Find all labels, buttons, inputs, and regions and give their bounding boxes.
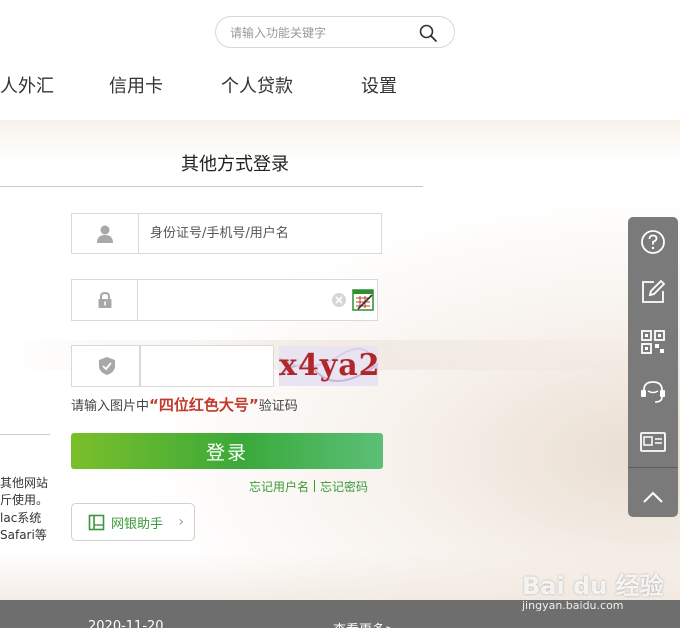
baidu-jingyan-watermark: Bai du 经验 jingyan.baidu.com [522,566,664,612]
captcha-image[interactable]: x4ya2w [279,346,378,386]
help-button[interactable] [628,217,678,267]
watermark-logo: Bai du 经验 [522,572,664,600]
qr-code-button[interactable] [628,317,678,367]
username-field[interactable] [71,213,382,254]
left-notice-line: 斤使用。 [0,493,49,507]
left-notice-line: lac系统 [0,511,42,525]
nav-item-settings[interactable]: 设置 [361,72,397,98]
forgot-username-link[interactable]: 忘记用户名 [249,480,309,494]
captcha-icon-cell [71,345,140,387]
captcha-input[interactable] [149,346,267,386]
right-toolbar [628,217,678,517]
toolbar-divider [628,467,678,468]
book-icon [88,514,105,530]
helper-label: 网银助手 [111,516,164,532]
online-banking-helper-button[interactable]: 网银助手 › [71,503,195,541]
feedback-button[interactable] [628,267,678,317]
back-to-top-icon [643,491,663,503]
card-button[interactable] [628,417,678,467]
link-separator [314,480,316,492]
user-icon [97,225,113,243]
lock-icon [98,291,111,308]
user-icon-cell [72,214,139,253]
forgot-password-link[interactable]: 忘记密码 [320,480,368,494]
qr-code-icon [641,330,665,354]
forgot-links: 忘记用户名 忘记密码 [249,478,368,495]
customer-service-button[interactable] [628,367,678,417]
left-notice-line: Safari等 [0,528,47,542]
search-icon[interactable] [418,23,438,43]
lock-icon-cell [72,280,138,320]
hint-prefix: 请输入图片中 [71,399,150,414]
search-input[interactable] [230,24,410,42]
hint-suffix: 验证码 [258,399,298,414]
card-icon [640,432,666,452]
shield-check-icon [98,357,115,375]
nav-item-forex[interactable]: 人外汇 [0,72,54,98]
captcha-characters: x4ya2w [279,348,378,383]
captcha-hint: 请输入图片中“四位红色大号”验证码 [71,394,298,415]
back-to-top-button[interactable] [628,472,678,517]
password-input[interactable] [146,280,326,320]
footer-date: 2020-11-20 [88,619,164,628]
username-input[interactable] [150,214,375,253]
left-notice-line: 其他网站 [0,476,49,490]
title-divider [0,186,423,187]
edit-icon [642,279,666,303]
help-icon [641,230,665,254]
login-button[interactable]: 登录 [71,433,383,469]
view-more-link[interactable]: 查看更多> [333,619,396,628]
clear-icon[interactable] [331,292,347,308]
nav-item-credit-card[interactable]: 信用卡 [109,72,163,98]
customer-service-icon [641,381,665,403]
search-box[interactable] [215,16,455,48]
left-divider [0,434,50,435]
captcha-field[interactable] [140,345,274,387]
hint-emphasis: “四位红色大号” [149,396,259,414]
password-field[interactable] [71,279,378,321]
nav-item-personal-loan[interactable]: 个人贷款 [221,72,293,98]
login-title: 其他方式登录 [181,154,289,175]
soft-keyboard-icon[interactable] [352,289,374,311]
chevron-right-icon: › [178,514,184,530]
